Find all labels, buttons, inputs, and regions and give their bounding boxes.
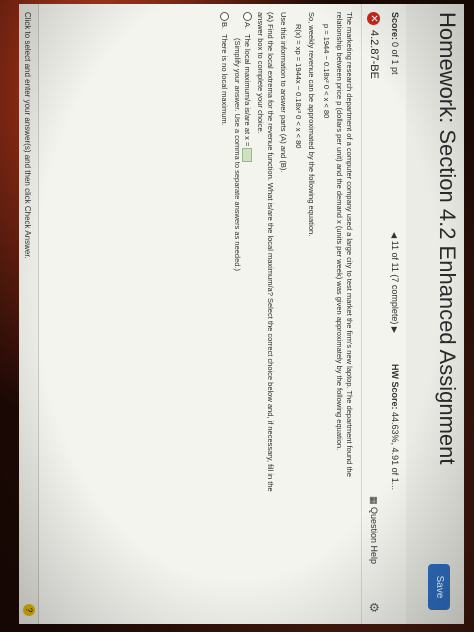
question-content: The marketing research department of a c… — [220, 12, 354, 512]
revenue-intro: So, weekly revenue can be approximated b… — [307, 12, 317, 237]
progress-label[interactable]: 11 of 11 (7 complete) — [390, 241, 400, 325]
page-footer: Click to select and enter your answer(s)… — [19, 4, 39, 624]
save-button[interactable]: Save — [428, 564, 450, 610]
gear-icon[interactable]: ⚙ — [367, 602, 381, 613]
choice-b-text: There is no local maximum. — [220, 34, 230, 126]
hw-score-label: HW Score: — [390, 364, 400, 410]
hw-score-value: 44.63%, 4.91 of 1... — [390, 412, 400, 491]
question-id: 4.2.87-BE — [368, 30, 380, 79]
footer-instruction: Click to select and enter your answer(s)… — [23, 12, 32, 259]
right-arrow-icon[interactable]: ▶ — [390, 327, 399, 333]
answer-input[interactable] — [241, 148, 252, 163]
question-help-icon: ▦ — [369, 496, 379, 508]
choice-a-hint: (Simplify your answer. Use a comma to se… — [232, 38, 242, 272]
score-value: 0 of 1 pt — [390, 42, 400, 75]
page-title: Homework: Section 4.2 Enhanced Assignmen… — [435, 12, 460, 465]
page-header: Homework: Section 4.2 Enhanced Assignmen… — [405, 4, 464, 624]
question-help-label: Question Help — [369, 507, 379, 565]
question-help-link[interactable]: ▦ Question Help — [368, 496, 379, 564]
price-equation: p = 1944 − 0.18x² 0 < x < 80 — [322, 24, 331, 119]
use-info: Use this information to answer parts (A)… — [279, 12, 289, 173]
question-nav: ◀ 11 of 11 (7 complete) ▶ — [390, 232, 400, 333]
choice-a-text: The local maximum/a is/are at x = — [243, 34, 252, 147]
question-bar: ✕ 4.2.87-BE ▦ Question Help ⚙ — [361, 4, 384, 624]
wrong-x-icon: ✕ — [367, 12, 380, 25]
choice-a-radio[interactable] — [243, 12, 252, 21]
homework-page: Homework: Section 4.2 Enhanced Assignmen… — [19, 4, 464, 624]
question-intro: The marketing research department of a c… — [335, 12, 355, 477]
score-label: Score: — [390, 12, 400, 41]
rotated-screen: Homework: Section 4.2 Enhanced Assignmen… — [0, 0, 474, 632]
choice-b[interactable]: B. There is no local maximum. — [220, 12, 230, 512]
part-a-prompt: (A) Find the local extrema for the reven… — [256, 12, 276, 492]
revenue-equation: R(x) = xp = 1944x − 0.18x³ 0 < x < 80 — [294, 24, 303, 149]
score-bar: Score: 0 of 1 pt ◀ 11 of 11 (7 complete)… — [383, 4, 406, 624]
choice-b-radio[interactable] — [220, 12, 230, 21]
left-arrow-icon[interactable]: ◀ — [390, 232, 399, 238]
choice-b-letter: B. — [220, 22, 230, 30]
choice-a-letter: A. — [243, 22, 252, 30]
hw-score: HW Score: 44.63%, 4.91 of 1... — [390, 364, 400, 490]
choice-a[interactable]: A. The local maximum/a is/are at x = (Si… — [232, 12, 252, 512]
help-icon[interactable]: ? — [23, 604, 35, 616]
